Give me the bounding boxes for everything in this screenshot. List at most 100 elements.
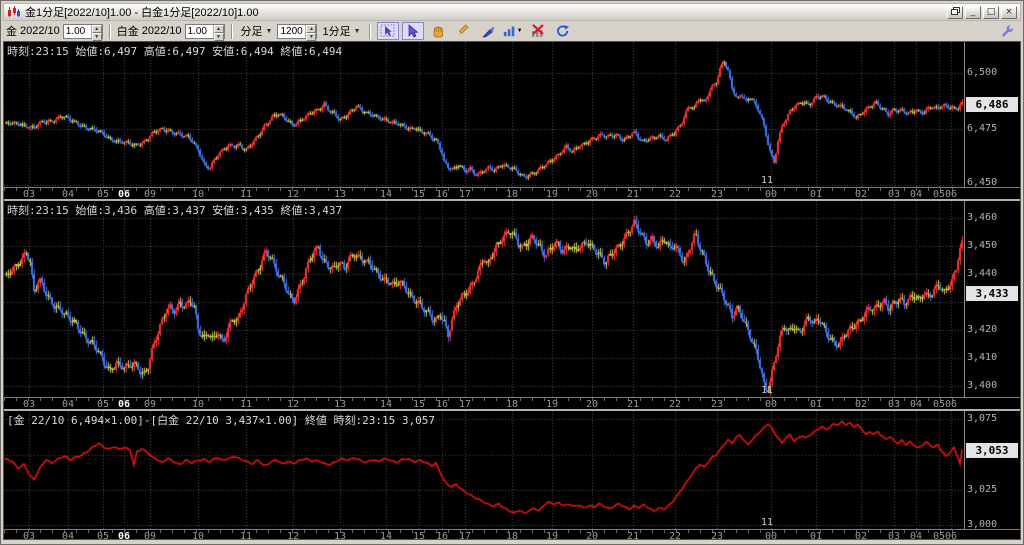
time-tick-label: 01 bbox=[810, 531, 822, 540]
price-tick-label: 3,460 bbox=[967, 212, 997, 223]
toolbar-separator bbox=[369, 24, 371, 39]
chart-type-dropdown[interactable]: 分足 ▼ bbox=[239, 23, 275, 39]
refresh-icon bbox=[555, 24, 571, 38]
delete-indicator-button[interactable] bbox=[527, 22, 549, 40]
draw-fib-button[interactable] bbox=[477, 22, 499, 40]
settings-button[interactable] bbox=[996, 22, 1018, 40]
draw-line-button[interactable] bbox=[452, 22, 474, 40]
time-tick-label: 06 bbox=[945, 531, 957, 540]
refresh-button[interactable] bbox=[552, 22, 574, 40]
price-tick-label: 3,000 bbox=[967, 519, 997, 530]
pan-button[interactable] bbox=[427, 22, 449, 40]
time-tick-label: 10 bbox=[192, 531, 204, 540]
platinum-candlestick-plot[interactable] bbox=[4, 201, 965, 397]
time-tick-label: 17 bbox=[459, 531, 471, 540]
time-tick-label: 23 bbox=[711, 531, 723, 540]
platinum-price-axis: 3,4603,4503,4403,4203,4103,4003,433 bbox=[965, 201, 1020, 409]
chevron-down-icon: ▼ bbox=[517, 28, 523, 34]
gold-chart-panel: 時刻:23:15 始値:6,497 高値:6,497 安値:6,494 終値:6… bbox=[4, 42, 1020, 199]
toolbar-separator bbox=[231, 24, 233, 39]
platinum-multiplier-input[interactable] bbox=[186, 25, 213, 38]
spread-price-axis: 3,075 3,025 3,000 3,053 bbox=[965, 411, 1020, 540]
fountain-pen-icon bbox=[480, 24, 496, 38]
time-tick-label: 15 bbox=[413, 531, 425, 540]
gold-multiplier-up-icon[interactable]: ▲ bbox=[92, 25, 102, 33]
platinum-multiplier-spinner: ▲ ▼ bbox=[185, 24, 225, 39]
wrench-icon bbox=[1000, 24, 1014, 38]
month-marker: 11 bbox=[761, 385, 773, 396]
time-tick-label: 22 bbox=[669, 531, 681, 540]
gold-contract-month[interactable]: 2022/10 bbox=[20, 25, 60, 37]
time-tick-label: 18 bbox=[506, 531, 518, 540]
delete-chart-icon bbox=[530, 24, 546, 38]
time-tick-label: 05 bbox=[933, 531, 945, 540]
maximize-button[interactable]: □ bbox=[983, 6, 999, 19]
spread-line-plot[interactable] bbox=[4, 411, 965, 529]
chart-area: 時刻:23:15 始値:6,497 高値:6,497 安値:6,494 終値:6… bbox=[3, 41, 1021, 540]
chevron-down-icon: ▼ bbox=[354, 28, 361, 35]
time-tick-label: 16 bbox=[436, 531, 448, 540]
platinum-multiplier-down-icon[interactable]: ▼ bbox=[214, 33, 224, 41]
track-cursor-icon bbox=[380, 24, 396, 38]
close-button[interactable]: × bbox=[1001, 6, 1017, 19]
price-tick-label: 3,075 bbox=[967, 413, 997, 424]
time-tick-label: 04 bbox=[910, 531, 922, 540]
pencil-icon bbox=[455, 24, 471, 38]
toolbar-separator bbox=[109, 24, 111, 39]
time-tick-label: 04 bbox=[62, 531, 74, 540]
time-tick-label: 03 bbox=[888, 531, 900, 540]
price-tick-label: 3,440 bbox=[967, 268, 997, 279]
gold-multiplier-down-icon[interactable]: ▼ bbox=[92, 33, 102, 41]
platinum-multiplier-up-icon[interactable]: ▲ bbox=[214, 25, 224, 33]
chart-window: 金1分足[2022/10]1.00 - 白金1分足[2022/10]1.00 _… bbox=[0, 0, 1024, 545]
price-tick-label: 6,450 bbox=[967, 177, 997, 188]
price-tick-label: 3,450 bbox=[967, 240, 997, 251]
price-tick-label: 3,420 bbox=[967, 324, 997, 335]
interval-dropdown[interactable]: 1分足 ▼ bbox=[320, 23, 362, 39]
platinum-ohlc-readout: 時刻:23:15 始値:3,436 高値:3,437 安値:3,435 終値:3… bbox=[7, 202, 342, 218]
gold-time-axis: 0304050609101112131415161718192021222300… bbox=[4, 187, 1020, 199]
indicator-button[interactable]: ▼ bbox=[502, 22, 524, 40]
time-tick-label: 11 bbox=[240, 531, 252, 540]
time-tick-label: 09 bbox=[144, 531, 156, 540]
candlestick-app-icon bbox=[7, 6, 21, 18]
platinum-label: 白金 bbox=[117, 23, 139, 39]
platinum-time-axis: 0304050609101112131415161718192021222300… bbox=[4, 397, 1020, 409]
spread-time-axis: 0304050609101112131415161718192021222300… bbox=[4, 529, 1020, 540]
toolbar: 金 2022/10 ▲ ▼ 白金 2022/10 ▲ ▼ 分足 ▼ ▲ bbox=[3, 21, 1021, 41]
spread-chart-panel: [金 22/10 6,494×1.00]-[白金 22/10 3,437×1.0… bbox=[4, 411, 1020, 540]
bar-count-input[interactable] bbox=[278, 25, 305, 38]
chart-type-value: 分足 bbox=[241, 23, 263, 39]
price-tick-label: 3,025 bbox=[967, 484, 997, 495]
time-tick-label: 14 bbox=[380, 531, 392, 540]
window-title: 金1分足[2022/10]1.00 - 白金1分足[2022/10]1.00 bbox=[25, 4, 943, 20]
platinum-contract-month[interactable]: 2022/10 bbox=[142, 25, 182, 37]
month-marker: 11 bbox=[761, 517, 773, 528]
platinum-chart-panel: 時刻:23:15 始値:3,436 高値:3,437 安値:3,435 終値:3… bbox=[4, 201, 1020, 409]
time-tick-label: 13 bbox=[334, 531, 346, 540]
bar-count-up-icon[interactable]: ▲ bbox=[306, 25, 316, 33]
arrow-cursor-icon bbox=[405, 24, 421, 38]
bar-count-down-icon[interactable]: ▼ bbox=[306, 33, 316, 41]
current-price-marker: 3,433 bbox=[966, 286, 1018, 301]
current-price-marker: 6,486 bbox=[966, 97, 1018, 112]
time-tick-label: 21 bbox=[627, 531, 639, 540]
time-tick-label: 02 bbox=[855, 531, 867, 540]
bar-chart-icon bbox=[503, 24, 516, 38]
minimize-button[interactable]: _ bbox=[965, 6, 981, 19]
gold-multiplier-spinner: ▲ ▼ bbox=[63, 24, 103, 39]
spread-formula-readout: [金 22/10 6,494×1.00]-[白金 22/10 3,437×1.0… bbox=[7, 412, 435, 428]
time-tick-label: 00 bbox=[765, 531, 777, 540]
current-price-marker: 3,053 bbox=[966, 443, 1018, 458]
time-tick-label: 05 bbox=[97, 531, 109, 540]
time-tick-label: 06 bbox=[118, 531, 130, 540]
title-bar[interactable]: 金1分足[2022/10]1.00 - 白金1分足[2022/10]1.00 _… bbox=[3, 3, 1021, 21]
chevron-down-icon: ▼ bbox=[266, 28, 273, 35]
gold-candlestick-plot[interactable] bbox=[4, 42, 965, 187]
gold-multiplier-input[interactable] bbox=[64, 25, 91, 38]
gold-ohlc-readout: 時刻:23:15 始値:6,497 高値:6,497 安値:6,494 終値:6… bbox=[7, 43, 342, 59]
interval-value: 1分足 bbox=[322, 23, 350, 39]
cascade-button[interactable] bbox=[947, 6, 963, 19]
select-cursor-button[interactable] bbox=[402, 22, 424, 40]
track-cursor-button[interactable] bbox=[377, 22, 399, 40]
